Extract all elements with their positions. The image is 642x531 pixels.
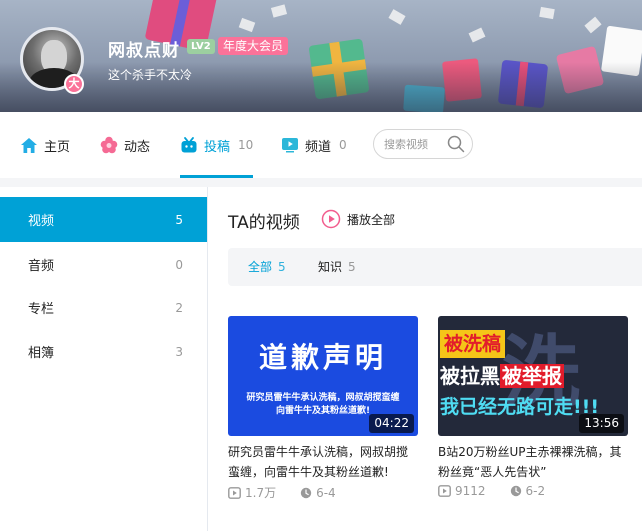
thumbnail-line: 被洗稿	[440, 330, 506, 358]
upload-date: 6-2	[525, 484, 546, 498]
signature: 这个杀手不太冷	[108, 68, 193, 82]
tv-icon	[180, 136, 198, 154]
tab-home[interactable]: 主页	[20, 112, 70, 178]
upload-date: 6-4	[316, 485, 336, 500]
sidebar-item-audio[interactable]: 音频 0	[0, 242, 207, 287]
sidebar-item-label: 相簿	[28, 346, 55, 361]
tab-channel-label: 频道	[305, 139, 332, 155]
home-icon	[20, 137, 38, 154]
section-divider	[0, 178, 642, 187]
filter-count: 5	[278, 260, 286, 274]
filter-all[interactable]: 全部 5	[248, 258, 286, 275]
play-count-icon	[228, 486, 241, 499]
video-meta: 1.7万 6-4	[228, 484, 418, 501]
filter-count: 5	[348, 260, 356, 274]
sidebar-item-count: 3	[175, 344, 183, 359]
thumbnail-headline: 道歉声明	[258, 341, 387, 374]
sidebar-item-album[interactable]: 相簿 3	[0, 329, 207, 374]
flower-icon	[100, 136, 118, 154]
video-duration: 04:22	[369, 414, 414, 433]
video-meta: 9112 6-2	[438, 484, 628, 498]
confetti-decoration	[539, 6, 555, 20]
vip-tag[interactable]: 年度大会员	[218, 37, 289, 55]
level-badge: LV2	[187, 39, 215, 54]
confetti-decoration	[584, 16, 602, 34]
sidebar-item-count: 0	[175, 257, 183, 272]
confetti-decoration	[468, 27, 486, 43]
filter-label: 知识	[318, 260, 343, 274]
search-input[interactable]	[384, 136, 446, 153]
sidebar-item-label: 视频	[28, 214, 55, 229]
confetti-decoration	[388, 9, 406, 25]
profile-nav: 主页 动态 投稿 10 频道 0	[0, 112, 642, 178]
section-title: TA的视频	[228, 213, 300, 233]
banner-shade	[0, 62, 642, 112]
sidebar-item-count: 5	[175, 212, 183, 227]
view-count: 9112	[455, 484, 486, 498]
video-duration: 13:56	[579, 414, 624, 433]
sidebar-item-count: 2	[175, 300, 183, 315]
play-count-icon	[438, 485, 451, 497]
video-card[interactable]: 洗稿 被洗稿 被拉黑被举报 我已经无路可走!!! 13:56 B站20万粉丝UP…	[438, 316, 628, 498]
search-icon[interactable]	[447, 135, 465, 157]
tab-home-label: 主页	[44, 139, 71, 155]
sidebar-item-label: 专栏	[28, 302, 55, 317]
tab-dynamic[interactable]: 动态	[100, 112, 150, 178]
filter-knowledge[interactable]: 知识 5	[318, 258, 356, 275]
play-all-label: 播放全部	[347, 212, 396, 227]
confetti-decoration	[238, 17, 256, 33]
tab-uploads-label: 投稿	[204, 139, 231, 155]
tab-channel[interactable]: 频道 0	[281, 112, 347, 178]
thumbnail-line-part: 被拉黑	[440, 364, 500, 388]
tab-uploads-count: 10	[238, 138, 254, 152]
view-count: 1.7万	[245, 486, 277, 500]
thumbnail-line-part: 被举报	[500, 364, 564, 388]
filter-bar: 全部 5 知识 5	[228, 248, 642, 286]
tab-dynamic-label: 动态	[124, 139, 151, 155]
video-title[interactable]: 研究员雷牛牛承认洗稿，网叔胡搅蛮缠，向雷牛牛及其粉丝道歉!	[228, 442, 418, 482]
channel-icon	[281, 137, 299, 153]
video-thumbnail[interactable]: 洗稿 被洗稿 被拉黑被举报 我已经无路可走!!! 13:56	[438, 316, 628, 436]
confetti-decoration	[270, 4, 288, 18]
vip-badge-icon: 大	[64, 74, 84, 94]
content-type-sidebar: 视频 5 音频 0 专栏 2 相簿 3	[0, 196, 207, 531]
clock-icon	[510, 485, 522, 497]
sidebar-divider	[207, 187, 208, 531]
username: 网叔点财	[108, 41, 180, 61]
sidebar-item-article[interactable]: 专栏 2	[0, 285, 207, 330]
search-box[interactable]	[373, 129, 473, 159]
filter-label: 全部	[248, 260, 273, 274]
tab-uploads[interactable]: 投稿 10	[180, 112, 254, 178]
play-all-button[interactable]: 播放全部	[321, 209, 395, 229]
video-title[interactable]: B站20万粉丝UP主赤裸裸洗稿，其粉丝竟“恶人先告状”	[438, 442, 628, 482]
video-thumbnail[interactable]: 道歉声明 研究员雷牛牛承认洗稿，网叔胡搅蛮缠 向雷牛牛及其粉丝道歉! 04:22	[228, 316, 418, 436]
thumbnail-caption-line: 研究员雷牛牛承认洗稿，网叔胡搅蛮缠	[246, 393, 400, 403]
clock-icon	[300, 487, 312, 499]
profile-banner: 大 网叔点财 LV2 年度大会员 这个杀手不太冷	[0, 0, 642, 112]
play-circle-icon	[321, 209, 341, 229]
thumbnail-line: 被拉黑 被举报	[440, 360, 564, 389]
tab-channel-count: 0	[339, 138, 347, 152]
video-card[interactable]: 道歉声明 研究员雷牛牛承认洗稿，网叔胡搅蛮缠 向雷牛牛及其粉丝道歉! 04:22…	[228, 316, 418, 501]
thumbnail-line: 我已经无路可走!!!	[440, 396, 599, 418]
sidebar-item-video[interactable]: 视频 5	[0, 197, 207, 242]
sidebar-item-label: 音频	[28, 259, 55, 274]
